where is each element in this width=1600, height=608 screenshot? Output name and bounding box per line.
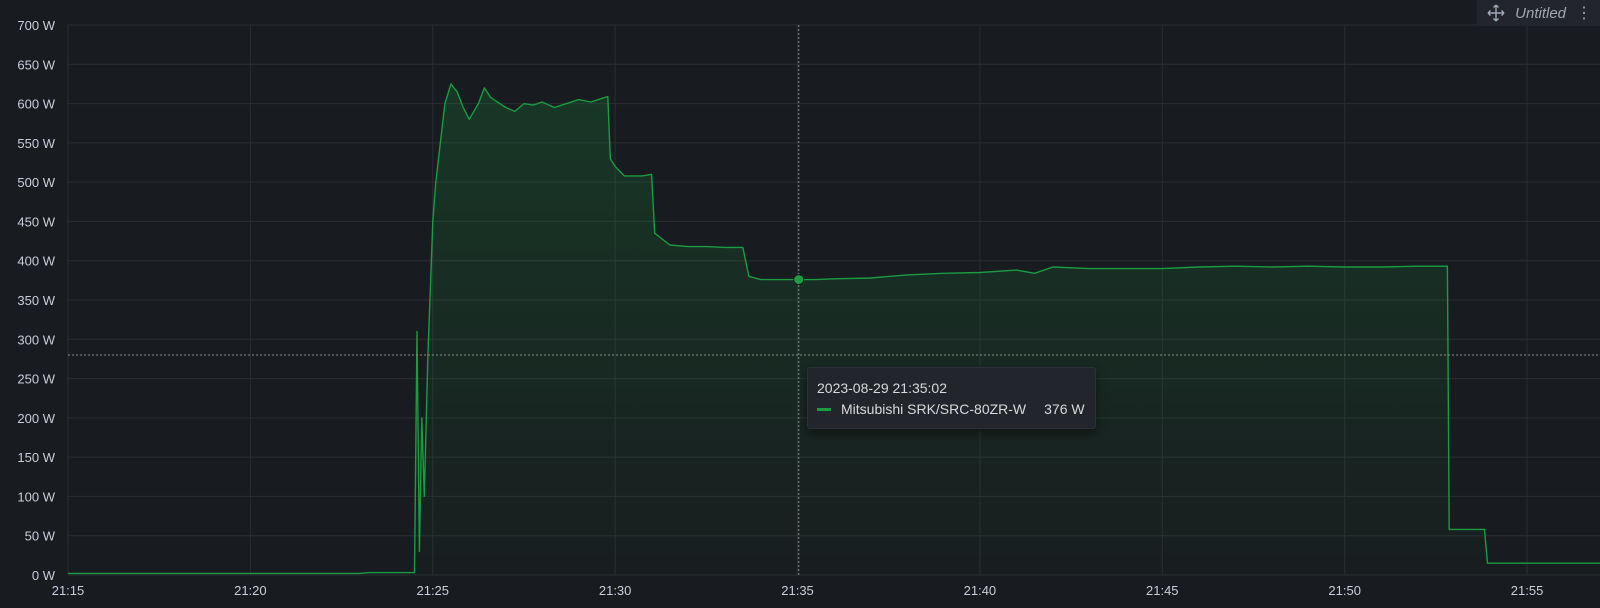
tooltip-series-name: Mitsubishi SRK/SRC-80ZR-W [841,401,1027,417]
x-tick-label: 21:15 [52,583,85,598]
panel-title[interactable]: Untitled [1515,5,1566,22]
series-color-swatch [817,407,831,411]
y-tick-label: 250 W [17,372,55,387]
y-tick-label: 300 W [17,332,55,347]
y-tick-label: 650 W [17,57,55,72]
y-tick-label: 200 W [17,411,55,426]
series-area [68,83,1600,576]
y-tick-label: 50 W [25,529,56,544]
x-axis: 21:15 21:20 21:25 21:30 21:35 21:40 21:45 21:50… [52,583,1544,598]
x-tick-label: 21:50 [1328,583,1361,598]
y-tick-label: 450 W [17,214,55,229]
x-tick-label: 21:30 [599,583,632,598]
timeseries-chart[interactable]: 0 W 50 W 100 W 150 W 200 W 250 W 300 W 350 W 400… [0,0,1600,608]
x-tick-label: 21:45 [1146,583,1179,598]
y-tick-label: 150 W [17,450,55,465]
y-tick-label: 500 W [17,175,55,190]
series-layer [68,83,1600,576]
x-tick-label: 21:40 [964,583,997,598]
move-arrows-icon[interactable] [1487,4,1505,22]
y-tick-label: 0 W [32,568,56,583]
hover-point [793,274,805,286]
y-tick-label: 100 W [17,489,55,504]
y-axis: 0 W 50 W 100 W 150 W 200 W 250 W 300 W 350 W 400… [17,18,55,583]
y-tick-label: 700 W [17,18,55,33]
vertical-ellipsis-icon[interactable]: ⋮ [1576,3,1592,23]
y-tick-label: 600 W [17,97,55,112]
tooltip-series-row: Mitsubishi SRK/SRC-80ZR-W 376 W [817,401,1085,417]
tooltip-value: 376 W [1044,401,1085,417]
tooltip-time: 2023-08-29 21:35:02 [817,380,947,396]
x-tick-label: 21:35 [781,583,814,598]
panel-header[interactable]: Untitled ⋮ [1477,0,1600,26]
y-tick-label: 400 W [17,254,55,269]
y-tick-label: 350 W [17,293,55,308]
x-tick-label: 21:25 [416,583,449,598]
tooltip: 2023-08-29 21:35:02 Mitsubishi SRK/SRC-8… [807,367,1096,429]
x-tick-label: 21:20 [234,583,267,598]
y-tick-label: 550 W [17,136,55,151]
x-tick-label: 21:55 [1511,583,1544,598]
